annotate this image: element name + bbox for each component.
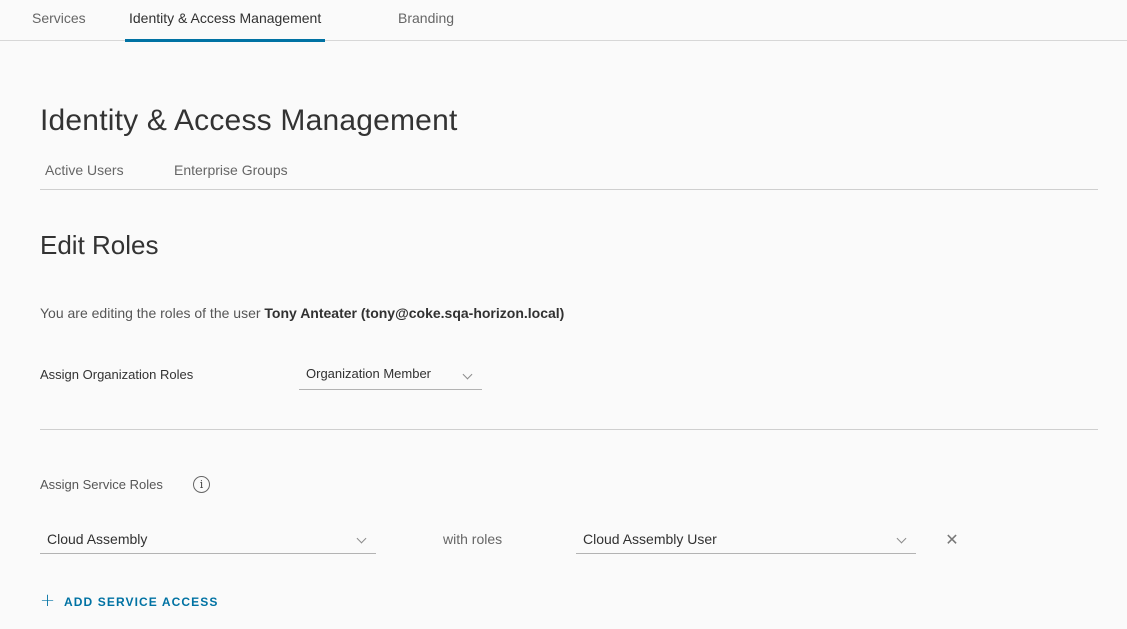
service-roles-label: Assign Service Roles — [40, 477, 163, 492]
role-select[interactable]: Cloud Assembly User — [576, 528, 916, 554]
page-title: Identity & Access Management — [40, 104, 458, 137]
with-roles-label: with roles — [443, 531, 503, 547]
org-roles-label: Assign Organization Roles — [40, 367, 194, 382]
service-select[interactable]: Cloud Assembly — [40, 528, 376, 554]
service-select-value: Cloud Assembly — [47, 531, 148, 547]
tab-branding[interactable]: Branding — [398, 10, 454, 41]
tab-services[interactable]: Services — [32, 10, 86, 41]
tab-active-users[interactable]: Active Users — [45, 162, 124, 178]
sub-nav-tabs: Active Users Enterprise Groups — [40, 160, 1098, 190]
section-divider — [40, 429, 1098, 430]
chevron-down-icon — [356, 533, 367, 544]
tab-enterprise-groups[interactable]: Enterprise Groups — [174, 162, 288, 178]
info-icon[interactable]: i — [193, 476, 210, 493]
org-roles-select[interactable]: Organization Member — [299, 364, 482, 390]
role-select-value: Cloud Assembly User — [583, 531, 717, 547]
top-nav-tabs: Services Identity & Access Management Br… — [0, 0, 1127, 42]
close-icon[interactable]: ✕ — [944, 530, 960, 549]
tab-identity-access-management[interactable]: Identity & Access Management — [124, 10, 326, 42]
editing-prefix: You are editing the roles of the user — [40, 305, 265, 321]
chevron-down-icon — [896, 533, 907, 544]
editing-user: Tony Anteater (tony@coke.sqa-horizon.loc… — [264, 305, 565, 321]
plus-icon: + — [40, 590, 56, 611]
section-title: Edit Roles — [40, 230, 159, 260]
editing-description: You are editing the roles of the user To… — [40, 305, 564, 321]
add-service-access-label: ADD SERVICE ACCESS — [64, 595, 219, 609]
chevron-down-icon — [462, 369, 473, 380]
org-roles-value: Organization Member — [306, 366, 431, 381]
